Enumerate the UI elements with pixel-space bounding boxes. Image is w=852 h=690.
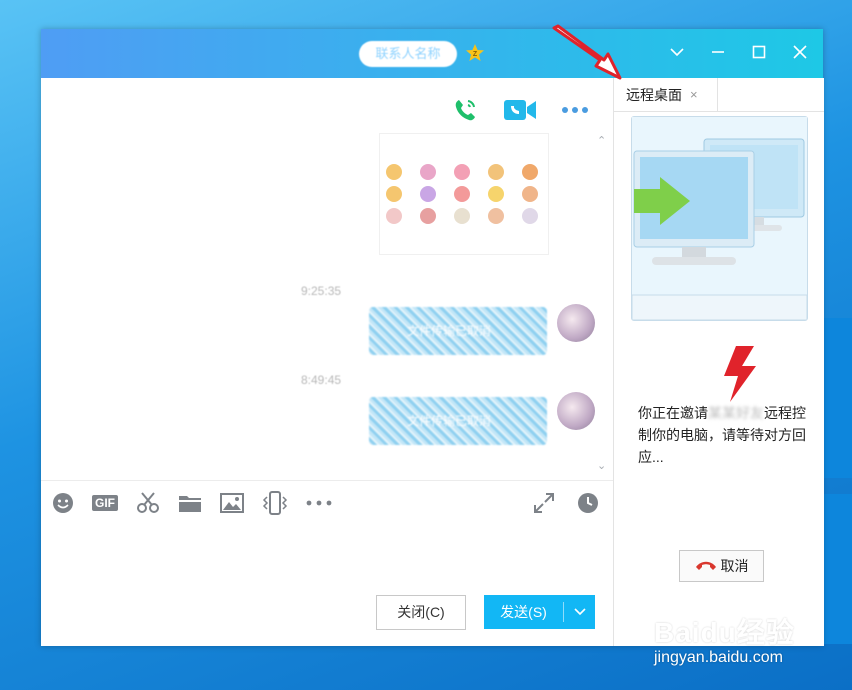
image-icon[interactable]	[220, 493, 244, 513]
watermark-url: jingyan.baidu.com	[654, 649, 783, 666]
message-timestamp: 9:25:35	[301, 284, 342, 298]
shake-icon[interactable]	[262, 491, 288, 515]
invite-text-prefix: 你正在邀请	[638, 405, 708, 421]
desktop-tile	[824, 318, 852, 478]
scroll-up-icon[interactable]: ⌃	[597, 134, 606, 147]
invite-contact-name: 某某好友	[708, 405, 764, 421]
gif-icon[interactable]: GIF	[92, 495, 118, 511]
svg-text:Z: Z	[473, 51, 478, 58]
close-icon[interactable]: ×	[690, 87, 698, 102]
contact-name: 联系人名称	[359, 41, 457, 67]
cancel-button-label: 取消	[720, 558, 749, 574]
watermark: Baidu经验 jingyan.baidu.com	[652, 611, 852, 681]
avatar[interactable]	[557, 392, 595, 430]
send-button[interactable]: 发送(S)	[484, 595, 595, 629]
history-icon[interactable]	[577, 492, 599, 514]
scroll-down-icon[interactable]: ⌄	[597, 459, 606, 472]
message-input[interactable]	[41, 524, 613, 604]
title-bar[interactable]: 联系人名称 Z	[41, 29, 823, 78]
close-button[interactable]: 关闭(C)	[376, 595, 466, 630]
avatar[interactable]	[557, 304, 595, 342]
chat-window: 联系人名称 Z ⌃ 9:25:35 文件传输已取消 8:49:45 文件传输已取…	[41, 29, 824, 646]
watermark-logo: Baidu经验	[654, 617, 795, 648]
close-icon[interactable]	[789, 41, 811, 63]
tab-label: 远程桌面	[626, 86, 682, 103]
image-message-content	[386, 164, 548, 224]
more-icon[interactable]	[561, 106, 589, 114]
hangup-icon	[695, 558, 717, 574]
panel-tabs: 远程桌面 ×	[614, 78, 824, 112]
maximize-icon[interactable]	[748, 41, 770, 63]
remote-desktop-illustration	[631, 116, 808, 321]
more-tools-icon[interactable]	[306, 500, 332, 506]
message-list[interactable]: ⌃ 9:25:35 文件传输已取消 8:49:45 文件传输已取消 ⌄	[41, 130, 613, 480]
image-message[interactable]	[379, 133, 549, 255]
cancel-button[interactable]: 取消	[679, 550, 764, 582]
invite-message: 你正在邀请某某好友远程控制你的电脑，请等待对方回应...	[638, 402, 814, 468]
chevron-down-icon[interactable]	[666, 41, 688, 63]
file-message[interactable]: 文件传输已取消	[369, 397, 547, 445]
tab-remote-desktop[interactable]: 远程桌面 ×	[614, 78, 718, 111]
annotation-arrow-icon	[552, 24, 622, 80]
phone-icon[interactable]	[451, 96, 479, 124]
video-call-icon[interactable]	[503, 97, 537, 123]
input-toolbar: GIF	[41, 480, 613, 525]
chevron-down-icon[interactable]	[564, 595, 595, 629]
emoji-icon[interactable]	[52, 492, 74, 514]
annotation-bolt-icon	[724, 346, 756, 402]
vip-badge-icon: Z	[465, 43, 485, 68]
expand-icon[interactable]	[533, 492, 555, 514]
folder-icon[interactable]	[178, 493, 202, 513]
file-message[interactable]: 文件传输已取消	[369, 307, 547, 355]
send-button-label: 发送(S)	[500, 604, 547, 620]
remote-desktop-panel: 远程桌面 × 你正在邀请某某好友远程控制你的电脑，请等待对方回应... 取消	[613, 78, 824, 646]
message-timestamp: 8:49:45	[301, 373, 342, 387]
chat-area: ⌃ 9:25:35 文件传输已取消 8:49:45 文件传输已取消 ⌄ GIF	[41, 78, 613, 646]
scissors-icon[interactable]	[136, 492, 160, 514]
minimize-icon[interactable]	[707, 41, 729, 63]
